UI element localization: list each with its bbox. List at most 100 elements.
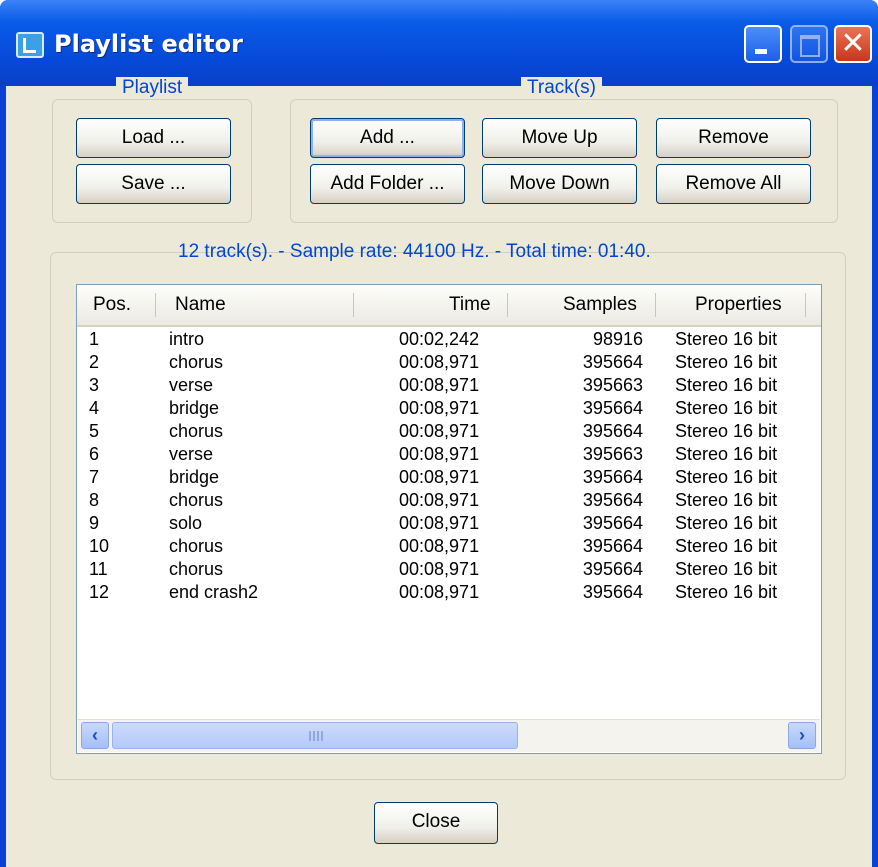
column-separator[interactable] [655,293,656,317]
title-bar[interactable]: Playlist editor ✕ [0,0,878,86]
cell-time: 00:08,971 [399,352,480,372]
cell-pos: 7 [89,467,100,487]
minimize-button[interactable] [744,25,782,63]
table-row[interactable]: 10 chorus 00:08,971 395664 Stereo 16 bit [77,535,821,558]
cell-pos: 2 [89,352,100,372]
close-button[interactable]: Close [374,802,498,844]
tracks-group-label: Track(s) [521,77,602,99]
cell-properties: Stereo 16 bit [675,329,778,349]
cell-pos: 11 [89,559,108,579]
cell-time: 00:08,971 [399,513,480,533]
cell-properties: Stereo 16 bit [675,467,778,487]
column-header-time[interactable]: Time [449,285,491,325]
add-folder-button[interactable]: Add Folder ... [310,164,465,204]
cell-name: chorus [169,559,224,579]
cell-time: 00:08,971 [399,444,480,464]
table-row[interactable]: 4 bridge 00:08,971 395664 Stereo 16 bit [77,397,821,420]
close-icon: ✕ [840,26,866,61]
chevron-right-icon: › [799,725,805,745]
cell-time: 00:08,971 [399,490,480,510]
cell-properties: Stereo 16 bit [675,559,778,579]
table-row[interactable]: 8 chorus 00:08,971 395664 Stereo 16 bit [77,489,821,512]
cell-time: 00:08,971 [399,559,480,579]
track-list[interactable]: Pos. Name Time Samples Properties 1 intr… [76,284,822,754]
save-button[interactable]: Save ... [76,164,231,204]
column-separator[interactable] [805,293,806,317]
cell-properties: Stereo 16 bit [675,421,778,441]
table-row[interactable]: 7 bridge 00:08,971 395664 Stereo 16 bit [77,466,821,489]
cell-name: verse [169,375,214,395]
scroll-left-button[interactable]: ‹ [81,722,109,749]
cell-pos: 9 [89,513,100,533]
cell-pos: 10 [89,536,110,556]
add-button[interactable]: Add ... [310,118,465,158]
playlist-editor-window: Playlist editor ✕ Playlist Load ... Save… [0,0,878,867]
cell-samples: 395664 [582,467,643,487]
cell-samples: 395663 [582,444,643,464]
cell-samples: 395664 [582,513,643,533]
grip-icon [309,731,323,741]
cell-time: 00:08,971 [399,375,480,395]
cell-pos: 12 [89,582,110,602]
cell-samples: 395664 [582,421,643,441]
cell-samples: 395664 [582,490,643,510]
move-down-button[interactable]: Move Down [482,164,637,204]
close-window-button[interactable]: ✕ [834,25,872,63]
cell-name: chorus [169,421,224,441]
maximize-button [790,25,828,63]
table-row[interactable]: 11 chorus 00:08,971 395664 Stereo 16 bit [77,558,821,581]
cell-name: chorus [169,536,224,556]
cell-samples: 395663 [582,375,643,395]
playlist-group-label: Playlist [116,77,189,99]
move-up-button[interactable]: Move Up [482,118,637,158]
table-row[interactable]: 5 chorus 00:08,971 395664 Stereo 16 bit [77,420,821,443]
cell-name: end crash2 [169,582,259,602]
load-button[interactable]: Load ... [76,118,231,158]
table-row[interactable]: 2 chorus 00:08,971 395664 Stereo 16 bit [77,351,821,374]
cell-samples: 395664 [582,398,643,418]
column-header-samples[interactable]: Samples [563,285,637,325]
scrollbar-thumb[interactable] [112,722,518,749]
column-header-properties[interactable]: Properties [695,285,782,325]
cell-properties: Stereo 16 bit [675,375,778,395]
cell-name: bridge [169,398,220,418]
table-row[interactable]: 6 verse 00:08,971 395663 Stereo 16 bit [77,443,821,466]
cell-name: verse [169,444,214,464]
cell-properties: Stereo 16 bit [675,352,778,372]
column-header-pos[interactable]: Pos. [93,285,131,325]
chevron-left-icon: ‹ [92,725,98,745]
cell-pos: 1 [89,329,100,349]
cell-pos: 8 [89,490,100,510]
cell-time: 00:08,971 [399,467,480,487]
scroll-right-button[interactable]: › [788,722,816,749]
column-separator[interactable] [353,293,354,317]
table-row[interactable]: 3 verse 00:08,971 395663 Stereo 16 bit [77,374,821,397]
cell-time: 00:02,242 [399,329,480,349]
column-separator[interactable] [507,293,508,317]
table-row[interactable]: 12 end crash2 00:08,971 395664 Stereo 16… [77,581,821,604]
cell-time: 00:08,971 [399,398,480,418]
track-list-header: Pos. Name Time Samples Properties [77,285,821,327]
window-title: Playlist editor [54,30,243,58]
cell-name: solo [169,513,203,533]
app-icon [16,32,44,58]
cell-samples: 395664 [582,582,643,602]
horizontal-scrollbar[interactable]: ‹ › [78,719,820,752]
cell-samples: 98916 [592,329,643,349]
cell-name: intro [169,329,205,349]
cell-time: 00:08,971 [399,582,480,602]
cell-properties: Stereo 16 bit [675,444,778,464]
table-row[interactable]: 9 solo 00:08,971 395664 Stereo 16 bit [77,512,821,535]
column-header-name[interactable]: Name [175,285,226,325]
cell-samples: 395664 [582,536,643,556]
cell-name: chorus [169,352,224,372]
cell-name: bridge [169,467,220,487]
column-separator[interactable] [155,293,156,317]
cell-pos: 6 [89,444,100,464]
remove-all-button[interactable]: Remove All [656,164,811,204]
cell-time: 00:08,971 [399,421,480,441]
remove-button[interactable]: Remove [656,118,811,158]
table-row[interactable]: 1 intro 00:02,242 98916 Stereo 16 bit [77,328,821,351]
cell-pos: 4 [89,398,100,418]
cell-samples: 395664 [582,352,643,372]
